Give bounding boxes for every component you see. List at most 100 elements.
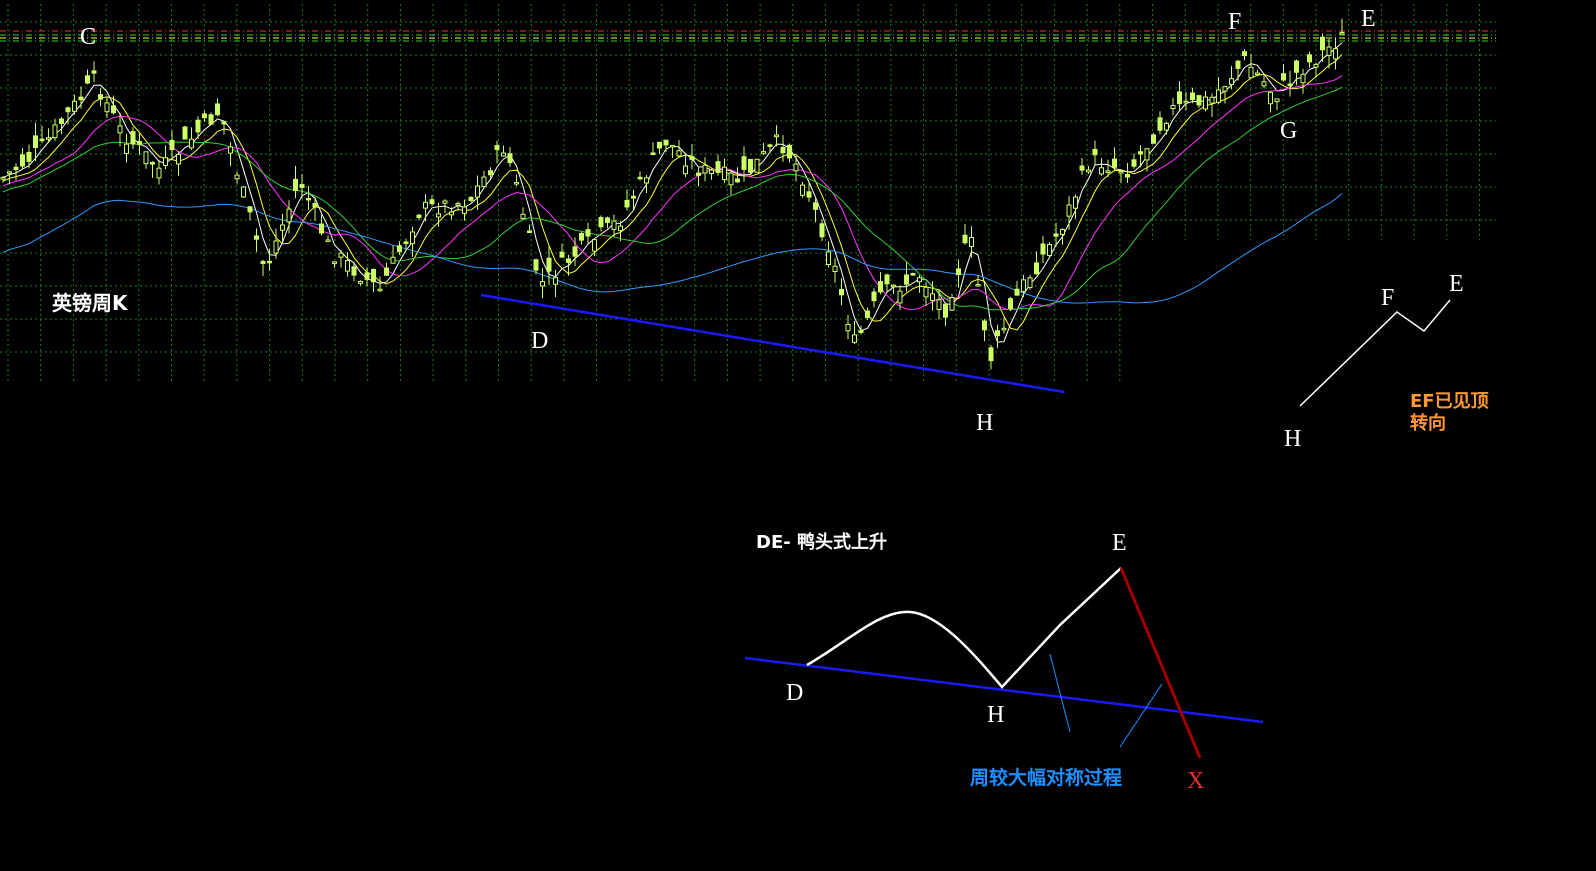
candle-body [1034, 262, 1039, 275]
candle-body [1125, 174, 1130, 178]
candle-body [546, 257, 552, 272]
candle-body [969, 237, 974, 247]
candle-body [910, 273, 916, 276]
candle-body [1112, 158, 1117, 168]
candle-body [384, 267, 389, 276]
candle-body [689, 156, 695, 161]
candle-body [189, 138, 194, 149]
candle-body [195, 119, 201, 133]
candle-body [150, 162, 155, 165]
candle-body [1222, 86, 1228, 92]
candle-body [507, 153, 513, 164]
chart-title: 英镑周K [52, 291, 129, 315]
candle-body [488, 170, 493, 176]
candle-body [624, 199, 630, 208]
resistance-lines [0, 30, 1496, 42]
candle-body [1209, 96, 1215, 104]
candle-body [403, 241, 409, 244]
candle-body [709, 169, 714, 174]
candle-body [715, 161, 721, 173]
candle-body [208, 114, 214, 125]
candle-body [670, 144, 675, 148]
candle-body [923, 286, 929, 298]
candle-body [332, 261, 337, 264]
candle-body [124, 143, 129, 155]
candle-body [702, 164, 708, 174]
candle-body [111, 105, 116, 114]
candle-body [904, 274, 909, 285]
candle-body [1053, 233, 1059, 237]
candle-body [397, 245, 402, 253]
candle-body [611, 220, 617, 230]
candle-body [39, 138, 45, 142]
candle-body [559, 251, 565, 258]
candle-body [767, 144, 773, 147]
diagram-caption: 周较大幅对称过程 [970, 766, 1122, 789]
candle-body [1170, 104, 1176, 110]
candle-body [884, 274, 890, 285]
candle-body [618, 225, 623, 232]
point-label-h: H [976, 410, 993, 436]
candle-body [78, 96, 84, 101]
candle-body [806, 191, 812, 198]
candle-body [1164, 122, 1169, 131]
candle-body [247, 206, 253, 213]
candle-body [845, 323, 851, 332]
candle-body [163, 157, 168, 166]
candle-body [293, 178, 298, 191]
candle-body [579, 232, 584, 241]
candle-body [650, 152, 656, 155]
candle-body [33, 135, 38, 149]
diagram-label-h: H [987, 702, 1004, 728]
candle-body [735, 178, 740, 183]
candle-body [982, 320, 987, 331]
candle-body [572, 246, 578, 257]
candle-body [325, 239, 331, 242]
candle-body [1014, 288, 1020, 296]
candle-body [442, 200, 448, 204]
candle-body [221, 121, 227, 125]
candle-body [1229, 78, 1234, 85]
candle-body [228, 146, 233, 154]
candle-body [1255, 72, 1260, 76]
candle-body [254, 235, 259, 240]
candle-body [956, 268, 961, 276]
duck-head-curve [806, 567, 1122, 689]
candle-body [605, 217, 610, 223]
candle-body [338, 252, 344, 258]
candle-body [858, 330, 864, 333]
candle-body [1300, 73, 1306, 84]
candle-body [494, 145, 500, 150]
candle-body [1261, 81, 1267, 87]
candle-body [286, 208, 292, 223]
price-grid [0, 4, 1496, 382]
candle-body [273, 240, 279, 254]
ef-note-line2: 转向 [1410, 412, 1446, 434]
candle-body [631, 195, 636, 199]
candle-body [891, 284, 896, 288]
candle-body [1307, 54, 1312, 63]
candle-body [59, 118, 64, 124]
candle-body [1021, 279, 1026, 292]
candle-body [1092, 148, 1098, 156]
candle-body [20, 154, 25, 167]
candle-body [832, 265, 838, 273]
candle-body [1060, 228, 1065, 235]
candle-body [1073, 196, 1078, 209]
candle-body [475, 185, 480, 198]
candle-body [1151, 134, 1156, 144]
candle-body [657, 141, 662, 149]
candle-body [585, 229, 591, 237]
small-label-f: F [1381, 285, 1394, 311]
candle-body [826, 251, 831, 266]
candle-body [371, 268, 376, 283]
point-label-g: G [1280, 118, 1297, 144]
candle-body [91, 70, 97, 74]
candle-body [839, 288, 844, 296]
candle-body [754, 158, 760, 173]
candle-body [1144, 148, 1150, 161]
candle-body [683, 165, 688, 175]
candle-body [1196, 95, 1202, 106]
candle-body [741, 156, 747, 170]
candle-body [130, 131, 136, 145]
